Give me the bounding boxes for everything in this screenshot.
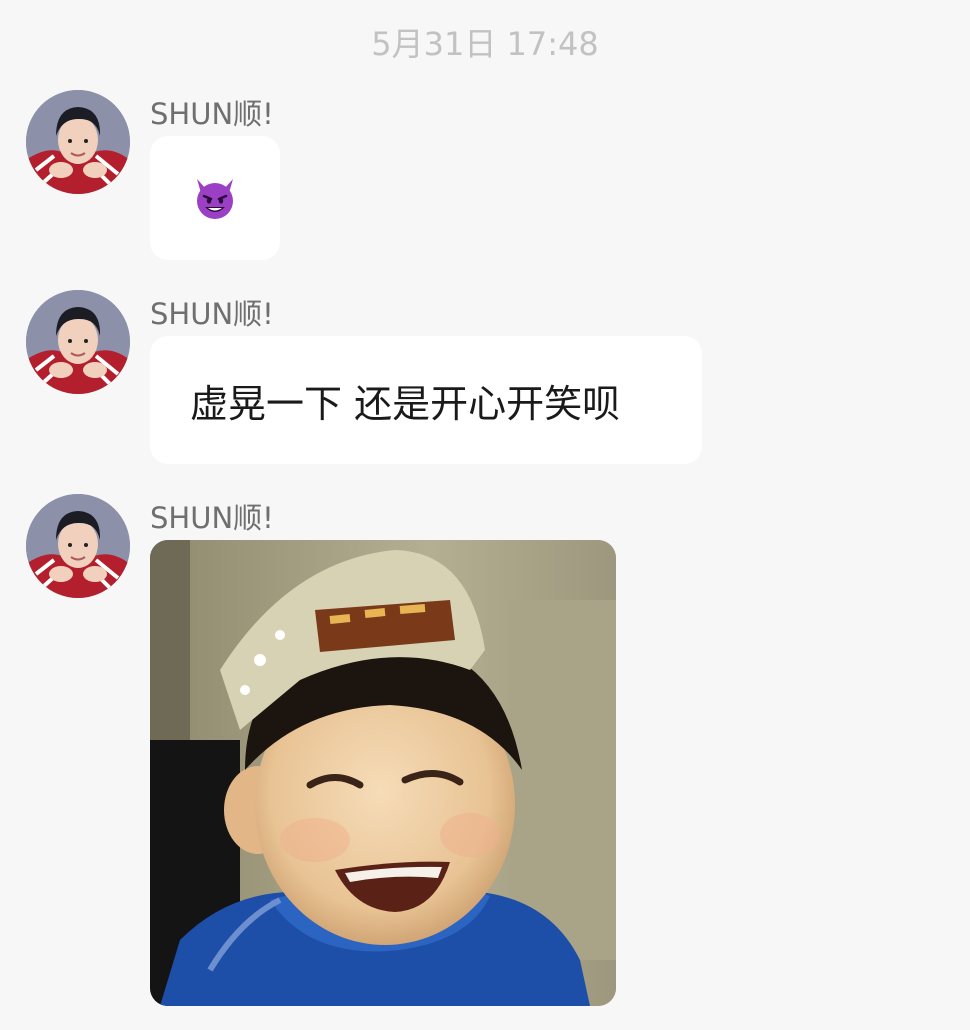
text-message-bubble[interactable]: 虚晃一下 还是开心开笑呗 xyxy=(150,336,702,464)
avatar[interactable] xyxy=(26,90,130,194)
smiling-devil-emoji-icon xyxy=(197,179,233,219)
image-message[interactable] xyxy=(150,540,616,1006)
avatar-image xyxy=(26,90,130,194)
emoji-message-bubble[interactable] xyxy=(150,136,280,260)
avatar[interactable] xyxy=(26,290,130,394)
avatar-image xyxy=(26,494,130,598)
message-timestamp: 5月31日 17:48 xyxy=(371,25,599,63)
sender-name: SHUN顺! xyxy=(150,97,274,131)
sender-name: SHUN顺! xyxy=(150,297,274,331)
sender-name: SHUN顺! xyxy=(150,501,274,535)
laughing-child-crown-photo xyxy=(150,540,616,1006)
avatar[interactable] xyxy=(26,494,130,598)
avatar-image xyxy=(26,290,130,394)
message-text: 虚晃一下 还是开心开笑呗 xyxy=(190,381,621,426)
